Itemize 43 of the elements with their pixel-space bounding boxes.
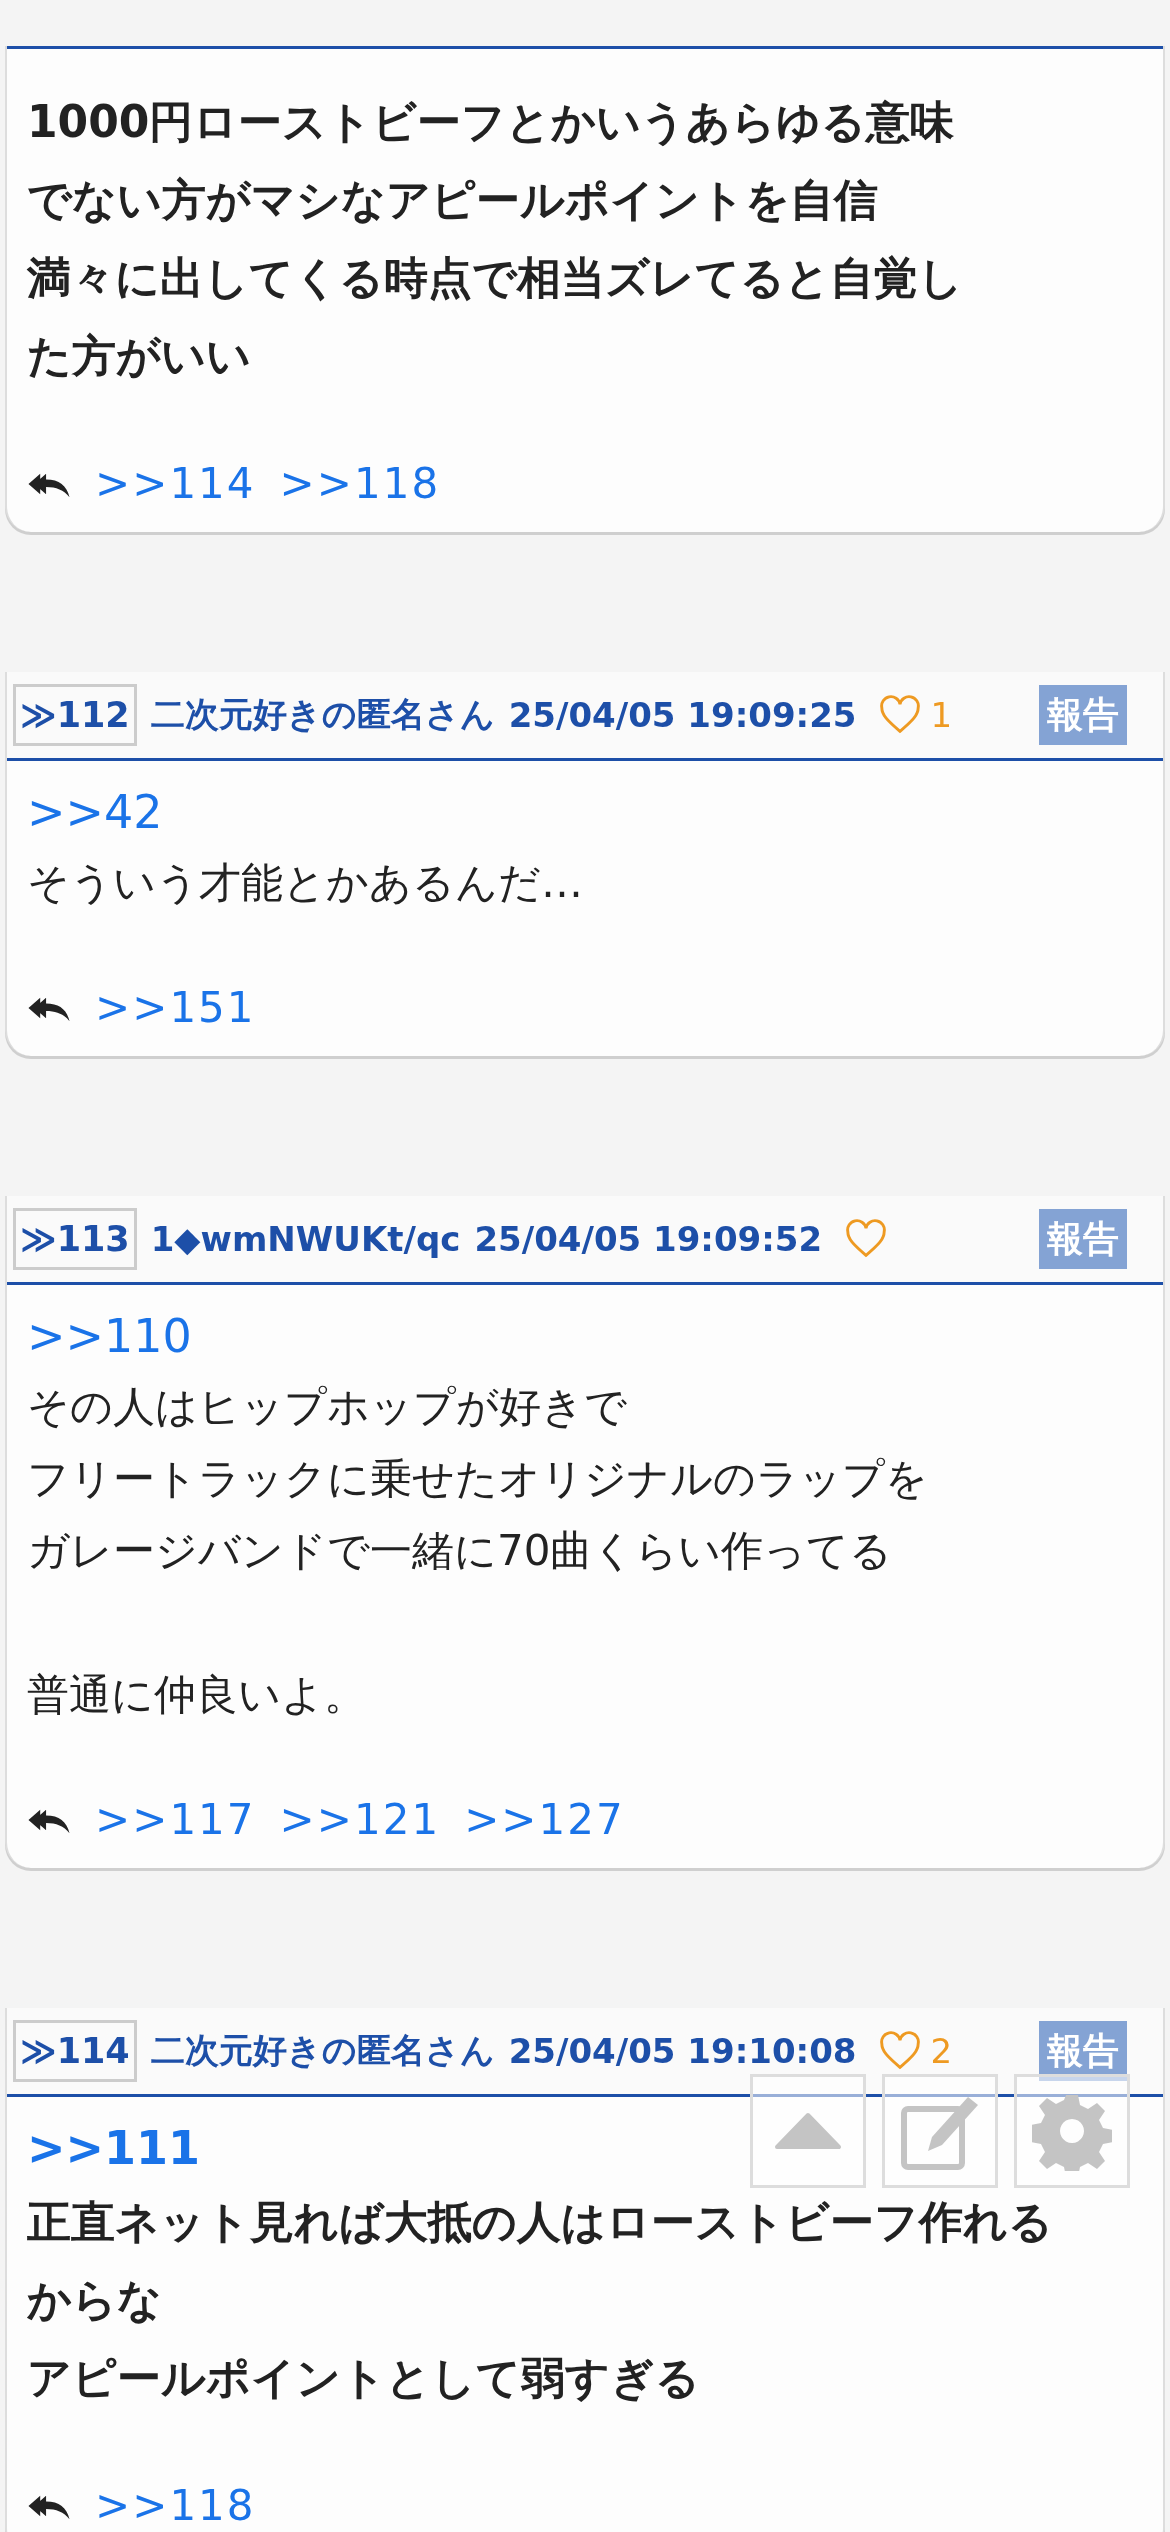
edit-button[interactable] (882, 2074, 998, 2188)
triangle-up-icon (773, 2111, 843, 2151)
scroll-top-button[interactable] (750, 2074, 866, 2188)
post-text: 正直ネット見れば大抵の人はローストビーフ作れる (27, 2195, 1054, 2249)
post-text: た方がいい (27, 329, 252, 383)
like-count: 2 (930, 2031, 953, 2071)
poster-name: 1◆wmNWUKt/qc (150, 1219, 461, 1259)
post-text: ガレージバンドで一緒に70曲くらい作ってる (27, 1525, 894, 1577)
anchor-link[interactable]: >>42 (27, 777, 1143, 847)
post-date: 25/04/05 19:10:08 (508, 2031, 857, 2071)
post-text: アピールポイントとして弱すぎる (27, 2351, 701, 2405)
like-count: 1 (930, 695, 953, 735)
reply-link[interactable]: >>117 (95, 1795, 256, 1844)
post-text: フリートラックに乗せたオリジナルのラップを (27, 1453, 929, 1505)
reply-link[interactable]: >>114 (95, 459, 256, 508)
post-date: 25/04/05 19:09:25 (508, 695, 857, 735)
post-number[interactable]: ≫114 (13, 2020, 137, 2082)
reply-link[interactable]: >>118 (279, 459, 441, 508)
poster-name: 二次元好きの匿名さん (150, 2029, 495, 2072)
report-button[interactable]: 報告 (1039, 1209, 1127, 1269)
report-button[interactable]: 報告 (1039, 685, 1127, 745)
post-date: 25/04/05 19:09:52 (474, 1219, 823, 1259)
post-text: そういう才能とかあるんだ… (27, 857, 584, 909)
poster-name: 二次元好きの匿名さん (150, 693, 495, 736)
anchor-link[interactable]: >>110 (27, 1301, 1143, 1371)
post-text: その人はヒップホップが好きで (27, 1381, 628, 1433)
post-text: 1000円ローストビーフとかいうあらゆる意味 (27, 95, 956, 149)
heart-icon[interactable] (878, 2031, 923, 2071)
reply-link[interactable]: >>118 (95, 2481, 256, 2530)
post-text: 普通に仲良いよ。 (27, 1669, 367, 1721)
settings-button[interactable] (1014, 2074, 1130, 2188)
post-text: でない方がマシなアピールポイントを自信 (27, 173, 879, 227)
post-text: 満々に出してくる時点で相当ズレてると自覚し (27, 251, 964, 305)
reply-link[interactable]: >>121 (279, 1795, 441, 1844)
post-number[interactable]: ≫113 (13, 1208, 137, 1270)
heart-icon[interactable] (878, 695, 923, 735)
post-number[interactable]: ≫112 (13, 684, 137, 746)
reply-link[interactable]: >>127 (464, 1795, 625, 1844)
heart-icon[interactable] (844, 1219, 889, 1259)
report-button[interactable]: 報告 (1039, 2021, 1127, 2081)
post-text: からな (27, 2273, 163, 2327)
reply-link[interactable]: >>151 (95, 983, 256, 1032)
anchor-link[interactable]: >>111 (27, 2113, 1143, 2183)
